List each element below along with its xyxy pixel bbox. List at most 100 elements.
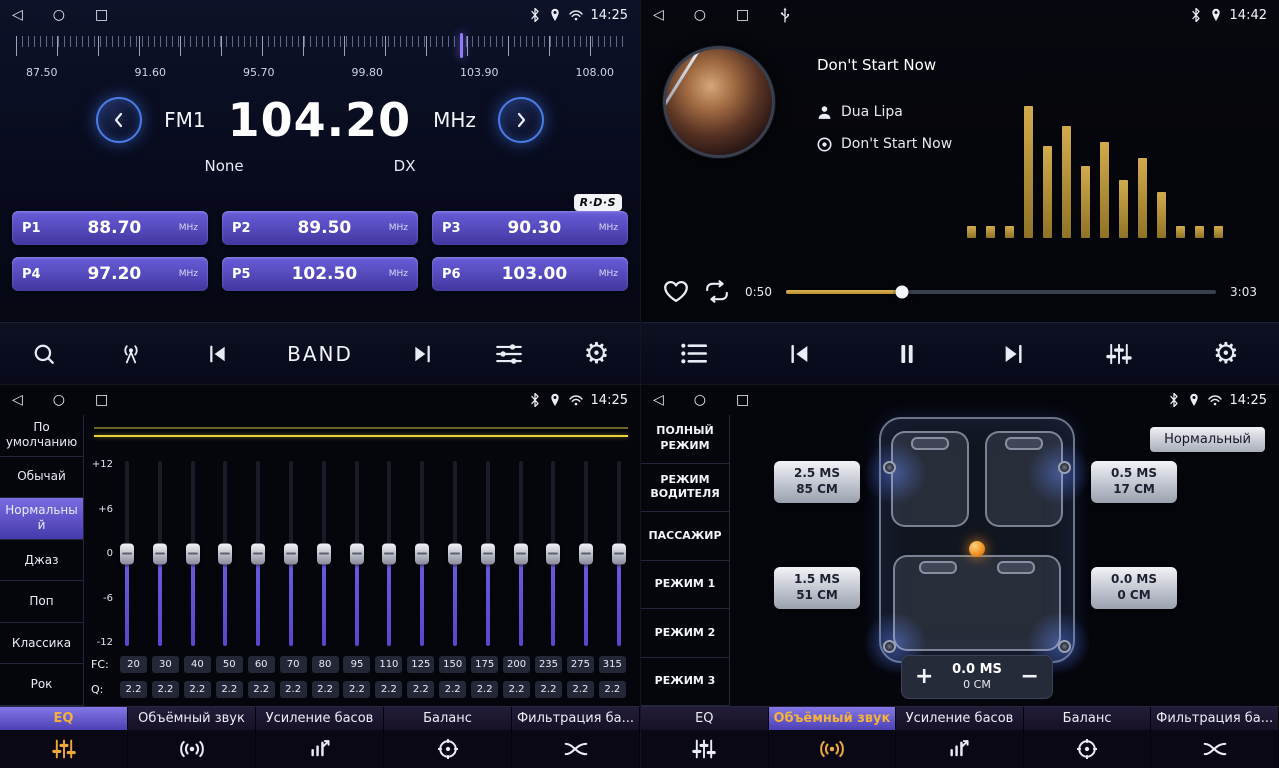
bass-boost-icon[interactable]: [256, 730, 384, 768]
next-button[interactable]: [989, 330, 1037, 378]
front-right-speaker[interactable]: [1058, 461, 1071, 474]
audio-tab[interactable]: EQ: [641, 707, 769, 730]
nav-back-icon[interactable]: ◁: [12, 8, 23, 22]
audio-tab[interactable]: Объёмный звук: [769, 707, 897, 730]
nav-back-icon[interactable]: ◁: [653, 8, 664, 22]
eq-preset-item[interactable]: Джаз: [0, 540, 83, 582]
listening-mode-item[interactable]: ПАССАЖИР: [641, 512, 729, 561]
slider-knob[interactable]: [448, 543, 462, 564]
listening-mode-item[interactable]: РЕЖИМ 3: [641, 658, 729, 707]
increase-button[interactable]: +: [915, 666, 933, 688]
rear-right-speaker[interactable]: [1058, 640, 1071, 653]
eq-band-slider[interactable]: [481, 461, 495, 646]
previous-button[interactable]: [194, 330, 242, 378]
pause-button[interactable]: [883, 330, 931, 378]
eq-band-slider[interactable]: [579, 461, 593, 646]
eq-band-slider[interactable]: [546, 461, 560, 646]
balance-icon[interactable]: [1024, 730, 1152, 768]
surround-sound-icon[interactable]: [769, 730, 897, 768]
audio-settings-button[interactable]: [485, 330, 533, 378]
listening-position-marker[interactable]: [969, 541, 985, 557]
decrease-button[interactable]: −: [1021, 666, 1039, 688]
eq-band-slider[interactable]: [317, 461, 331, 646]
slider-knob[interactable]: [579, 543, 593, 564]
eq-band-slider[interactable]: [218, 461, 232, 646]
audio-tab[interactable]: Фильтрация ба...: [512, 707, 640, 730]
eq-band-slider[interactable]: [120, 461, 134, 646]
delay-front-right[interactable]: 0.5 MS 17 CM: [1091, 461, 1177, 503]
nav-recents-icon[interactable]: □: [95, 393, 108, 407]
eq-band-slider[interactable]: [382, 461, 396, 646]
listening-mode-item[interactable]: РЕЖИМ 2: [641, 609, 729, 658]
audio-tab[interactable]: Усиление басов: [896, 707, 1024, 730]
audio-tab[interactable]: Усиление басов: [256, 707, 384, 730]
slider-knob[interactable]: [251, 543, 265, 564]
nav-home-icon[interactable]: ○: [694, 8, 706, 22]
slider-knob[interactable]: [317, 543, 331, 564]
profile-button[interactable]: Нормальный: [1150, 427, 1265, 452]
eq-band-slider[interactable]: [514, 461, 528, 646]
nav-recents-icon[interactable]: □: [95, 8, 108, 22]
preset-button[interactable]: P4 97.20 MHz: [12, 257, 208, 291]
nav-home-icon[interactable]: ○: [53, 8, 65, 22]
delay-rear-left[interactable]: 1.5 MS 51 CM: [774, 567, 860, 609]
eq-preset-item[interactable]: Классика: [0, 623, 83, 665]
search-button[interactable]: [20, 330, 68, 378]
eq-band-slider[interactable]: [284, 461, 298, 646]
nav-recents-icon[interactable]: □: [736, 393, 749, 407]
slider-knob[interactable]: [350, 543, 364, 564]
slider-knob[interactable]: [218, 543, 232, 564]
audio-tab[interactable]: Баланс: [1024, 707, 1152, 730]
slider-knob[interactable]: [612, 543, 626, 564]
slider-knob[interactable]: [514, 543, 528, 564]
eq-band-slider[interactable]: [415, 461, 429, 646]
eq-band-slider[interactable]: [612, 461, 626, 646]
delay-rear-right[interactable]: 0.0 MS 0 CM: [1091, 567, 1177, 609]
eq-band-slider[interactable]: [350, 461, 364, 646]
repeat-icon[interactable]: [703, 280, 731, 303]
eq-band-slider[interactable]: [448, 461, 462, 646]
audio-tab[interactable]: Объёмный звук: [128, 707, 256, 730]
audio-settings-button[interactable]: [1095, 330, 1143, 378]
audio-tab[interactable]: Фильтрация ба...: [1151, 707, 1279, 730]
eq-icon[interactable]: [0, 730, 128, 768]
preset-button[interactable]: P3 90.30 MHz: [432, 211, 628, 245]
playlist-button[interactable]: [670, 330, 718, 378]
crossover-filter-icon[interactable]: [512, 730, 640, 768]
preset-button[interactable]: P2 89.50 MHz: [222, 211, 418, 245]
scan-button[interactable]: [107, 330, 155, 378]
tune-up-button[interactable]: [498, 97, 544, 143]
slider-knob[interactable]: [481, 543, 495, 564]
seek-bar[interactable]: [786, 290, 1216, 294]
crossover-filter-icon[interactable]: [1151, 730, 1279, 768]
eq-preset-item[interactable]: Поп: [0, 581, 83, 623]
slider-knob[interactable]: [546, 543, 560, 564]
next-button[interactable]: [398, 330, 446, 378]
tune-down-button[interactable]: [96, 97, 142, 143]
eq-preset-item[interactable]: Нормальный: [0, 498, 83, 540]
eq-band-slider[interactable]: [153, 461, 167, 646]
eq-band-slider[interactable]: [251, 461, 265, 646]
settings-button[interactable]: ⚙: [1202, 330, 1250, 378]
preset-button[interactable]: P1 88.70 MHz: [12, 211, 208, 245]
nav-back-icon[interactable]: ◁: [653, 393, 664, 407]
eq-band-slider[interactable]: [186, 461, 200, 646]
nav-home-icon[interactable]: ○: [53, 393, 65, 407]
eq-preset-item[interactable]: Обычай: [0, 457, 83, 499]
eq-icon[interactable]: [641, 730, 769, 768]
slider-knob[interactable]: [382, 543, 396, 564]
band-button[interactable]: BAND: [281, 330, 359, 378]
slider-knob[interactable]: [153, 543, 167, 564]
nav-home-icon[interactable]: ○: [694, 393, 706, 407]
surround-sound-icon[interactable]: [128, 730, 256, 768]
slider-knob[interactable]: [186, 543, 200, 564]
slider-knob[interactable]: [415, 543, 429, 564]
nav-recents-icon[interactable]: □: [736, 8, 749, 22]
previous-button[interactable]: [776, 330, 824, 378]
audio-tab[interactable]: Баланс: [384, 707, 512, 730]
seek-knob[interactable]: [896, 285, 909, 298]
listening-mode-item[interactable]: РЕЖИМ 1: [641, 561, 729, 610]
favorite-icon[interactable]: [663, 280, 689, 303]
preset-button[interactable]: P6 103.00 MHz: [432, 257, 628, 291]
rear-left-speaker[interactable]: [883, 640, 896, 653]
